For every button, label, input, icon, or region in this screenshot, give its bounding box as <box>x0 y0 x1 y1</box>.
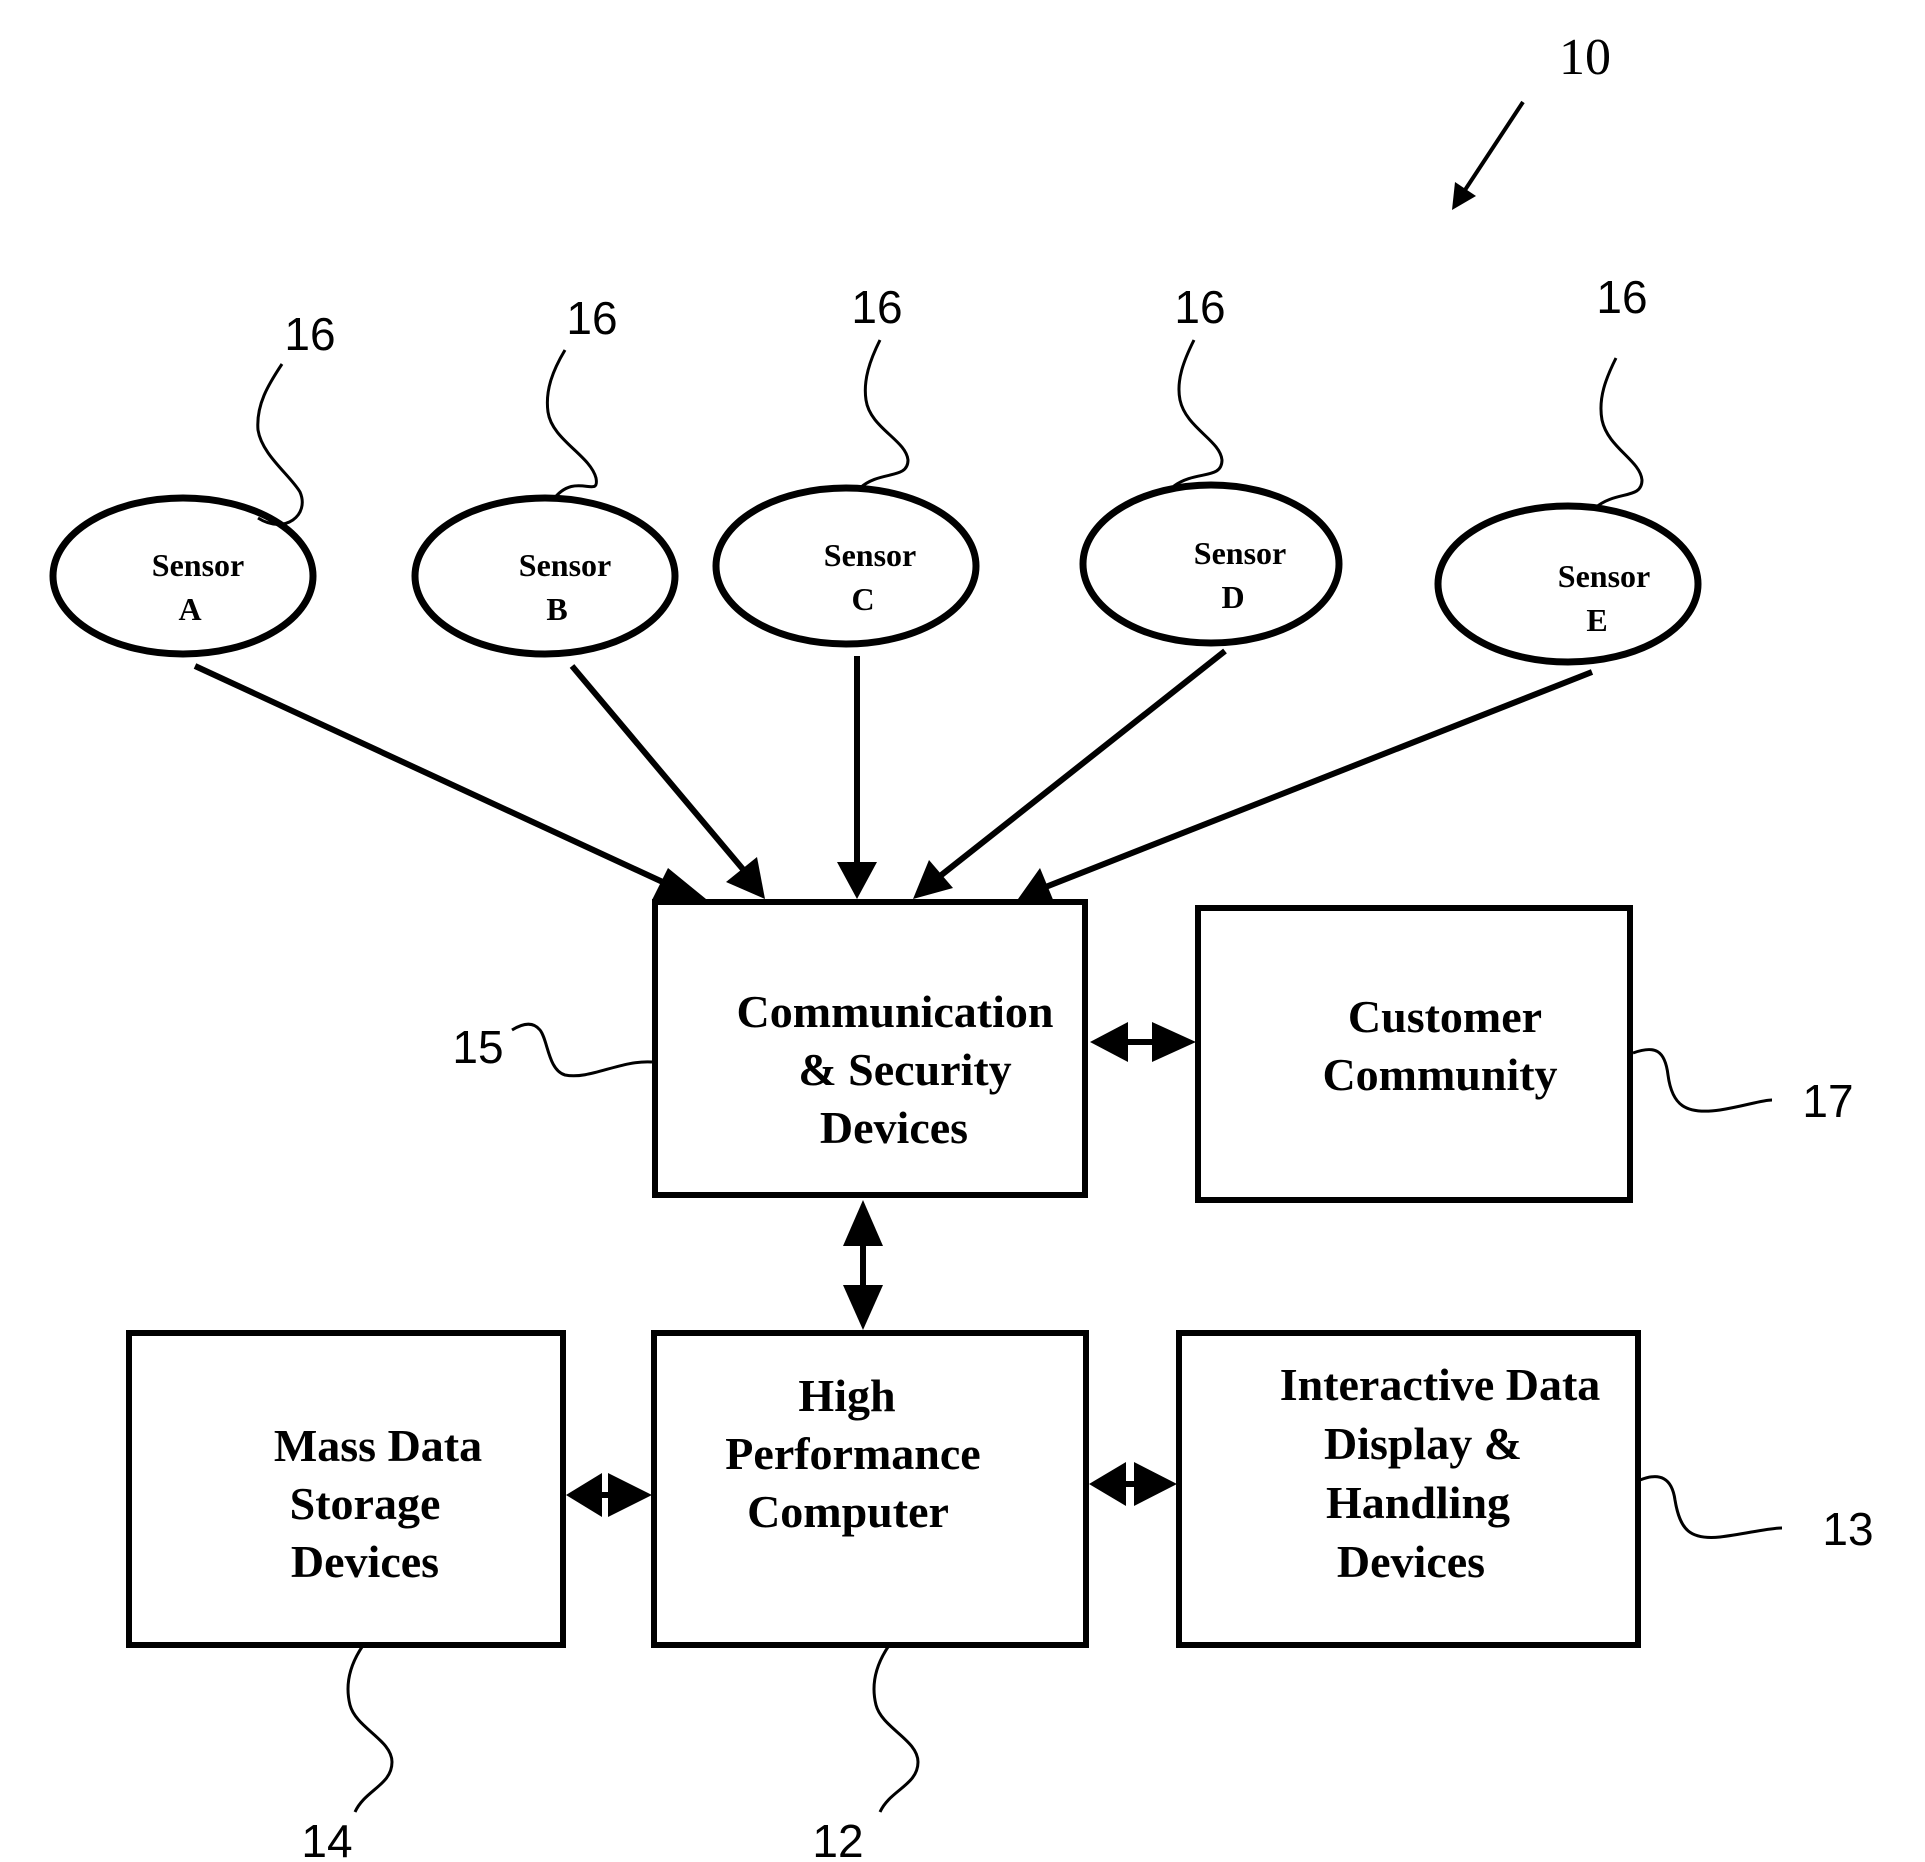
ref-label-sensor-c: 16 <box>851 281 902 333</box>
figure-number-label: 10 <box>1559 29 1611 86</box>
computer-line-1: High <box>798 1370 895 1421</box>
ref-label-sensor-b: 16 <box>566 292 617 344</box>
computer-line-3: Computer <box>747 1486 949 1537</box>
storage-line-3: Devices <box>291 1536 439 1587</box>
system-block-diagram: 10 Sensor A Sensor B Sensor C Sensor D S… <box>49 29 1874 1862</box>
arrowhead-sensor-b-icon <box>726 857 765 899</box>
sensor-d-title: Sensor <box>1194 535 1286 571</box>
leader-sensor-b <box>545 349 598 501</box>
high-performance-computer-block: High Performance Computer 12 <box>651 1330 1089 1862</box>
sensor-b-title: Sensor <box>519 547 611 583</box>
arrow-sensor-d <box>928 648 1227 887</box>
figure-pointer-arrowhead-icon <box>1452 182 1476 210</box>
sensor-c-title: Sensor <box>824 537 916 573</box>
figure-reference: 10 <box>1452 29 1611 210</box>
communication-line-3: Devices <box>820 1102 968 1153</box>
customer-line-2: Community <box>1322 1049 1557 1100</box>
leader-computer <box>872 1646 920 1813</box>
arrowhead-sensor-c-icon <box>837 862 877 899</box>
arrowhead-down-icon <box>843 1285 883 1330</box>
sensor-d-letter: D <box>1221 579 1244 615</box>
arrowhead-sensor-a-icon <box>652 868 706 900</box>
leader-sensor-a <box>256 363 304 526</box>
leader-customer <box>1632 1048 1773 1113</box>
ref-label-sensor-e: 16 <box>1596 271 1647 323</box>
sensor-b: Sensor B <box>411 494 679 658</box>
figure-pointer-line <box>1463 100 1525 192</box>
sensor-d: Sensor D <box>1079 481 1343 647</box>
arrowhead-left-icon <box>566 1473 602 1517</box>
leader-display <box>1639 1475 1783 1540</box>
interactive-display-block: Interactive Data Display & Handling Devi… <box>1176 1330 1874 1648</box>
arrowhead-left-icon <box>1089 1462 1126 1506</box>
sensor-a-letter: A <box>178 591 201 627</box>
arrow-sensor-a <box>193 663 682 893</box>
sensor-b-letter: B <box>546 591 567 627</box>
storage-line-2: Storage <box>290 1478 441 1529</box>
mass-storage-block: Mass Data Storage Devices 14 <box>126 1330 566 1862</box>
display-line-2: Display & <box>1324 1418 1522 1469</box>
computer-line-2: Performance <box>725 1428 980 1479</box>
sensor-a-title: Sensor <box>152 547 244 583</box>
storage-line-1: Mass Data <box>274 1420 482 1471</box>
display-line-3: Handling <box>1326 1477 1510 1528</box>
sensor-e-letter: E <box>1586 602 1607 638</box>
arrow-sensor-e <box>1041 669 1594 891</box>
customer-community-block: Customer Community 17 <box>1195 905 1854 1203</box>
leader-communication <box>511 1022 653 1078</box>
sensor-arrows <box>193 648 1594 902</box>
leader-storage <box>346 1646 394 1813</box>
leader-sensor-d <box>1173 339 1224 488</box>
sensor-e-title: Sensor <box>1558 558 1650 594</box>
leader-sensor-e <box>1594 357 1644 510</box>
ref-label-storage: 14 <box>301 1815 352 1862</box>
display-line-1: Interactive Data <box>1280 1359 1601 1410</box>
arrowhead-up-icon <box>843 1200 883 1246</box>
sensor-leaders: 16 16 16 16 16 <box>256 271 1648 526</box>
sensor-c: Sensor C <box>712 484 980 648</box>
arrowhead-right-icon <box>608 1473 652 1517</box>
ref-label-sensor-a: 16 <box>284 308 335 360</box>
ref-label-computer: 12 <box>812 1815 863 1862</box>
sensor-c-letter: C <box>851 581 874 617</box>
communication-line-2: & Security <box>798 1044 1011 1095</box>
arrowhead-sensor-d-icon <box>913 860 953 899</box>
ref-label-display: 13 <box>1822 1503 1873 1555</box>
customer-line-1: Customer <box>1348 991 1542 1042</box>
communication-line-1: Communication <box>737 986 1054 1037</box>
sensor-a: Sensor A <box>49 494 317 658</box>
ref-label-communication: 15 <box>452 1021 503 1073</box>
sensor-e: Sensor E <box>1434 502 1702 666</box>
arrowhead-left-icon <box>1090 1022 1128 1062</box>
display-line-4: Devices <box>1337 1536 1485 1587</box>
ref-label-sensor-d: 16 <box>1174 281 1225 333</box>
arrowhead-right-icon <box>1152 1022 1196 1062</box>
ref-label-customer: 17 <box>1802 1075 1853 1127</box>
arrow-sensor-b <box>569 664 755 882</box>
arrowhead-right-icon <box>1134 1462 1177 1506</box>
communication-security-block: Communication & Security Devices 15 <box>452 899 1088 1198</box>
leader-sensor-c <box>858 339 910 490</box>
